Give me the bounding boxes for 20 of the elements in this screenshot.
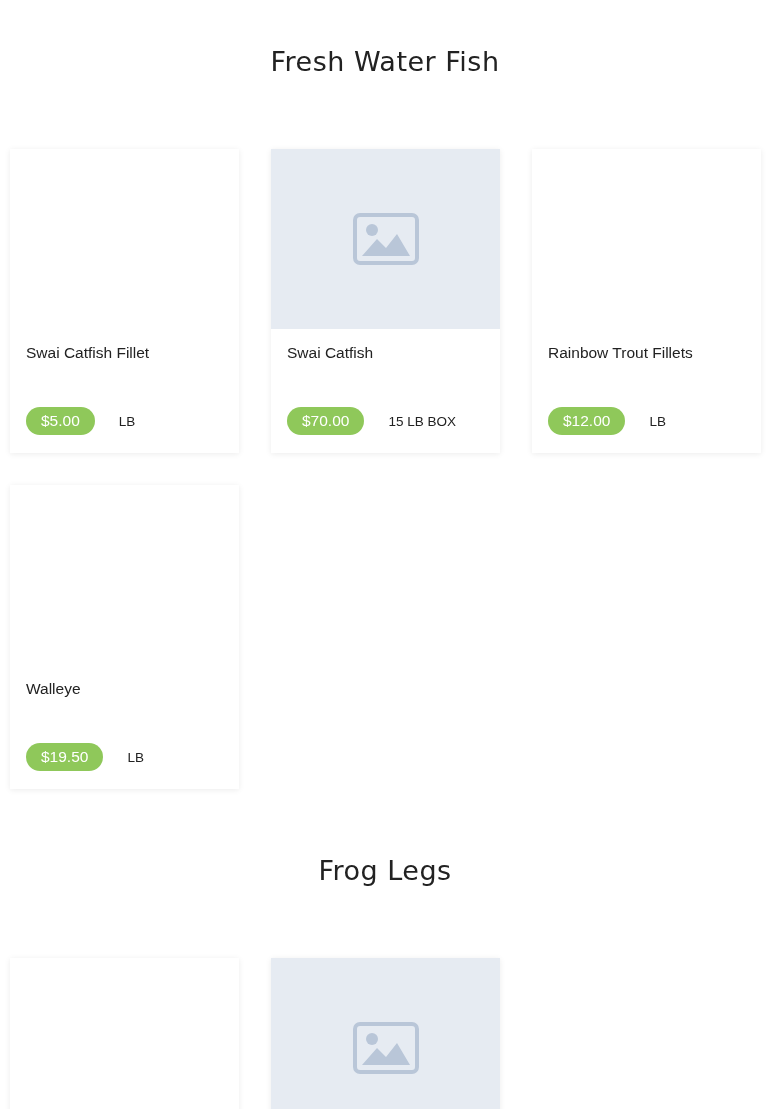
section-title: Frog Legs [317, 854, 453, 888]
image-icon [352, 213, 419, 265]
product-card[interactable]: Rainbow Trout Fillets $12.00 LB [532, 149, 761, 453]
price-tag: $70.00 [287, 407, 365, 435]
unit-label: LB [649, 413, 666, 429]
price-tag: $19.50 [26, 743, 104, 771]
price-tag: $12.00 [548, 407, 626, 435]
product-name: Swai Catfish Fillet [26, 343, 151, 363]
unit-label: LB [118, 413, 136, 429]
section-title: Fresh Water Fish [269, 45, 501, 79]
product-card[interactable]: Walleye $19.50 LB [10, 485, 239, 789]
image-icon [352, 1022, 419, 1074]
product-card[interactable]: Swai Catfish Fillet $5.00 LB [10, 149, 239, 453]
unit-label: 15 LB BOX [388, 413, 456, 429]
price-tag: $5.00 [26, 407, 95, 435]
product-card[interactable]: Swai Catfish $70.00 15 LB BOX [271, 149, 500, 453]
product-name: Rainbow Trout Fillets [548, 343, 694, 363]
product-name: Walleye [26, 679, 82, 699]
unit-label: LB [127, 749, 144, 765]
product-name: Swai Catfish [287, 343, 375, 363]
